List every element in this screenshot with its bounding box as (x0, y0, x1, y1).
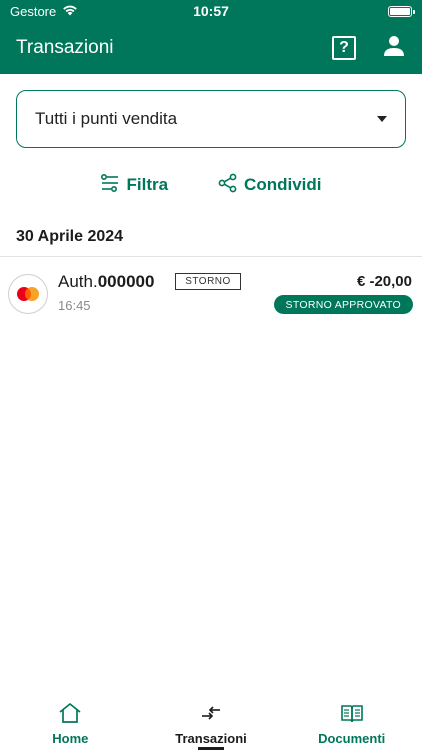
carrier-label: Gestore (10, 3, 57, 19)
battery-icon (388, 5, 415, 17)
share-icon (218, 173, 238, 198)
transaction-type-badge: STORNO (175, 273, 241, 290)
filter-label: Filtra (126, 175, 169, 194)
auth-prefix: Auth. (58, 272, 98, 291)
nav-actions: ? (332, 34, 406, 63)
store-select-value: Tutti i punti vendita (35, 109, 178, 128)
user-icon[interactable] (382, 34, 406, 63)
action-row: Filtra Condividi (0, 168, 422, 202)
store-select[interactable]: Tutti i punti vendita (16, 90, 406, 148)
share-label: Condividi (244, 175, 322, 194)
auth-code: Auth.000000 (58, 272, 154, 292)
help-icon[interactable]: ? (332, 36, 356, 60)
status-left: Gestore (10, 4, 78, 19)
book-icon (340, 702, 364, 727)
filter-button[interactable]: Filtra (100, 173, 169, 197)
tab-home-label: Home (52, 731, 89, 746)
divider (0, 256, 422, 257)
date-header: 30 Aprile 2024 (16, 228, 124, 245)
tab-bar: Home Transazioni Documenti (0, 696, 422, 750)
tab-transazioni-label: Transazioni (175, 731, 247, 746)
transaction-time: 16:45 (58, 298, 91, 313)
transfer-arrows-icon (199, 702, 223, 727)
tab-home[interactable]: Home (0, 696, 141, 750)
tab-transazioni[interactable]: Transazioni (141, 696, 282, 750)
transaction-row[interactable]: Auth.000000 STORNO 16:45 € -20,00 STORNO… (0, 264, 422, 324)
nav-bar: Transazioni ? (0, 22, 422, 74)
tab-documenti[interactable]: Documenti (281, 696, 422, 750)
transaction-amount: € -20,00 (356, 273, 412, 290)
filter-icon (100, 173, 120, 197)
chevron-down-icon (377, 116, 387, 122)
status-bar: Gestore 10:57 (0, 0, 422, 22)
wifi-icon (62, 4, 78, 19)
tab-documenti-label: Documenti (318, 731, 386, 746)
auth-number: 000000 (97, 272, 155, 291)
page-title: Transazioni (16, 37, 114, 58)
share-button[interactable]: Condividi (218, 173, 322, 198)
mastercard-icon (8, 274, 48, 314)
home-icon (58, 702, 82, 727)
status-badge: STORNO APPROVATO (273, 295, 413, 314)
